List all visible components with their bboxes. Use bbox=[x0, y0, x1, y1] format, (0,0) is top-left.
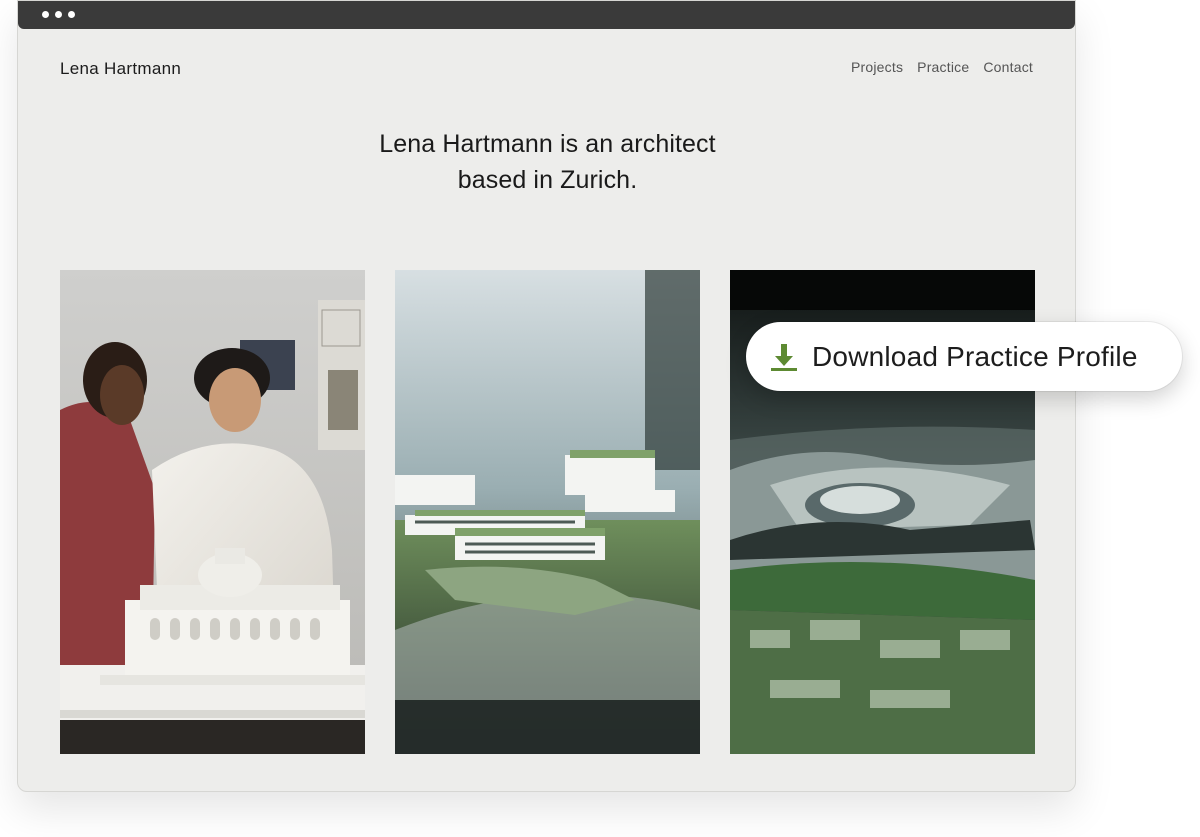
download-button-label: Download Practice Profile bbox=[812, 340, 1138, 372]
browser-window: Lena Hartmann Projects Practice Contact … bbox=[17, 0, 1076, 792]
project-photo-site-model[interactable] bbox=[395, 270, 700, 754]
nav-projects[interactable]: Projects bbox=[851, 59, 903, 75]
nav-practice[interactable]: Practice bbox=[917, 59, 969, 75]
window-dot-icon[interactable] bbox=[42, 11, 49, 18]
hero-line: based in Zurich. bbox=[457, 166, 638, 194]
hero-statement: Lena Hartmann is an architect based in Z… bbox=[18, 126, 1075, 198]
project-photo-team-model[interactable] bbox=[60, 270, 365, 754]
download-profile-button[interactable]: Download Practice Profile bbox=[746, 322, 1182, 391]
window-titlebar bbox=[18, 1, 1075, 29]
main-nav: Projects Practice Contact bbox=[851, 59, 1033, 75]
window-controls[interactable] bbox=[42, 11, 75, 18]
nav-contact[interactable]: Contact bbox=[983, 59, 1033, 75]
hero-line: Lena Hartmann is an architect bbox=[379, 130, 716, 158]
window-dot-icon[interactable] bbox=[68, 11, 75, 18]
site-logo[interactable]: Lena Hartmann bbox=[60, 59, 181, 79]
window-dot-icon[interactable] bbox=[55, 11, 62, 18]
download-icon bbox=[771, 343, 797, 371]
